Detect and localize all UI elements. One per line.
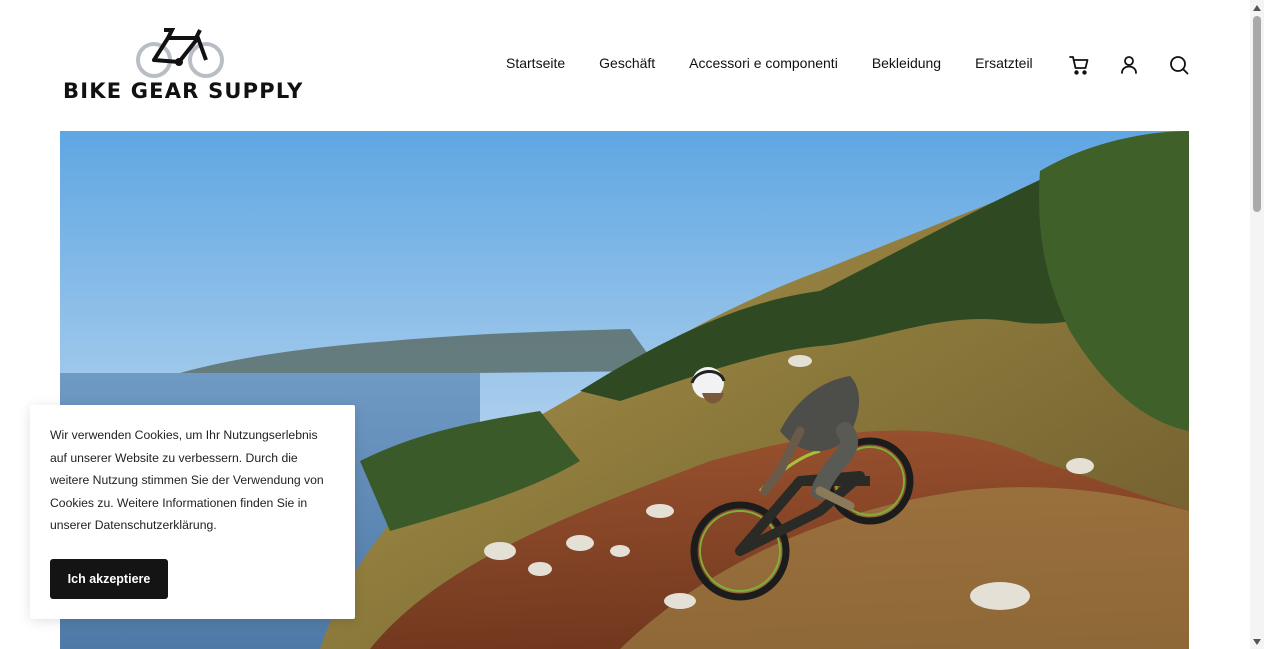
cart-icon[interactable] bbox=[1068, 54, 1090, 76]
scroll-up-arrow-icon[interactable] bbox=[1253, 5, 1261, 11]
main-nav: Startseite Geschäft Accessori e componen… bbox=[506, 55, 1033, 71]
nav-item-accessori[interactable]: Accessori e componenti bbox=[689, 55, 838, 71]
header-actions bbox=[1068, 54, 1190, 76]
scroll-thumb[interactable] bbox=[1253, 16, 1261, 212]
site-logo[interactable]: BIKE GEAR SUPPLY bbox=[62, 26, 302, 106]
nav-item-geschaeft[interactable]: Geschäft bbox=[599, 55, 655, 71]
scroll-down-arrow-icon[interactable] bbox=[1253, 639, 1261, 645]
nav-item-bekleidung[interactable]: Bekleidung bbox=[872, 55, 941, 71]
bicycle-logo-icon bbox=[136, 28, 224, 78]
brand-name: BIKE GEAR SUPPLY bbox=[63, 79, 304, 103]
nav-item-startseite[interactable]: Startseite bbox=[506, 55, 565, 71]
accept-cookies-button[interactable]: Ich akzeptiere bbox=[50, 559, 168, 599]
site-header: BIKE GEAR SUPPLY Startseite Geschäft Acc… bbox=[0, 0, 1250, 130]
cookie-banner: Wir verwenden Cookies, um Ihr Nutzungser… bbox=[30, 405, 355, 619]
search-icon[interactable] bbox=[1168, 54, 1190, 76]
cookie-text: Wir verwenden Cookies, um Ihr Nutzungser… bbox=[50, 428, 324, 533]
nav-item-ersatzteil[interactable]: Ersatzteil bbox=[975, 55, 1033, 71]
account-icon[interactable] bbox=[1118, 54, 1140, 76]
page-scrollbar[interactable] bbox=[1250, 0, 1264, 649]
